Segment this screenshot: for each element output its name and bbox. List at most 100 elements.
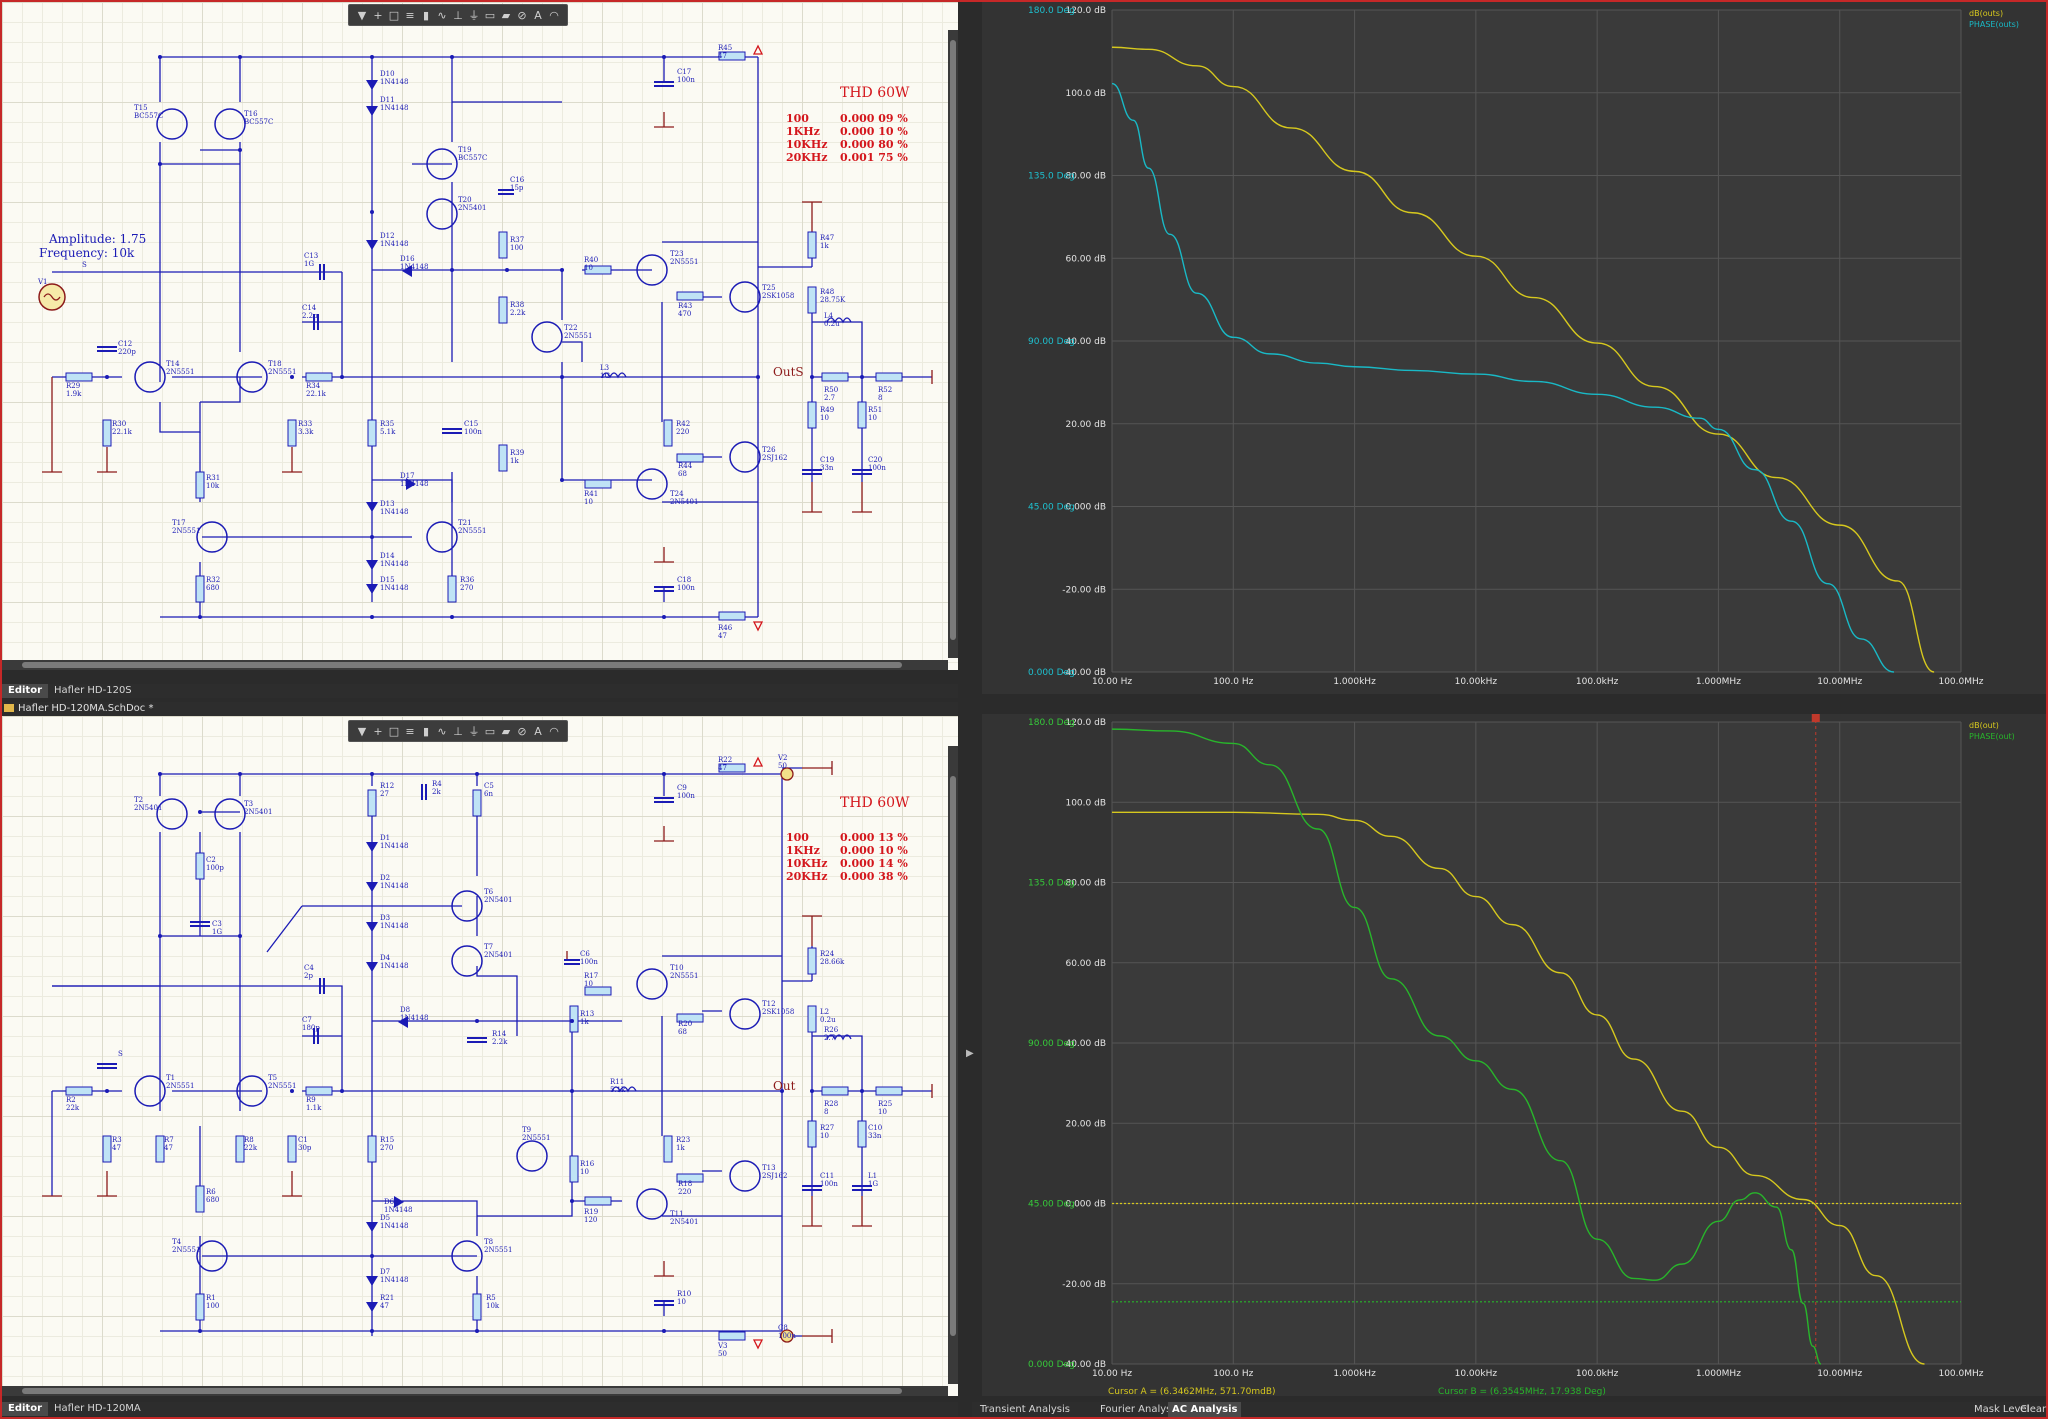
arc-icon[interactable]: ◠: [547, 724, 561, 738]
schematic-editor-top[interactable]: T15 BC557C T16 BC557C T19 BC557C T20 2N5401 T14 2…: [2, 2, 958, 670]
component-value: 1G: [868, 1180, 878, 1188]
resistor-R11: [367, 1135, 377, 1163]
diode-D2: [366, 882, 378, 892]
diode-D5: [366, 1222, 378, 1232]
tab-editor[interactable]: Editor: [2, 684, 48, 698]
resistor-R41: [584, 479, 612, 489]
tab-document[interactable]: Hafler HD-120MA: [48, 1402, 147, 1416]
power-icon[interactable]: ⊥: [451, 8, 465, 22]
component-value: 100n: [677, 584, 695, 592]
tab-ac-analysis[interactable]: AC Analysis: [1168, 1402, 1242, 1417]
component-value: 10: [584, 980, 593, 988]
arc-icon[interactable]: ◠: [547, 8, 561, 22]
component-value: 1N4148: [380, 882, 408, 890]
component-ref: C9: [677, 784, 687, 792]
tab-editor[interactable]: Editor: [2, 1402, 48, 1416]
resistor-R7: [235, 1135, 245, 1163]
resistor-R2: [102, 1135, 112, 1163]
resistor-R30: [102, 419, 112, 447]
ground-icon[interactable]: ⏚: [467, 724, 481, 738]
component-ref: R24: [820, 950, 835, 958]
plot-splitter[interactable]: [982, 694, 2046, 714]
expand-arrow-icon[interactable]: ▶: [966, 1048, 974, 1059]
resistor-R22: [718, 1331, 746, 1341]
power-icon[interactable]: ⊥: [451, 724, 465, 738]
component-value: 1.9k: [66, 390, 82, 398]
component-value: 1N4148: [380, 962, 408, 970]
component-ref: L1: [868, 1172, 877, 1180]
wire-icon[interactable]: ∿: [435, 724, 449, 738]
ac-plot-top[interactable]: 120.0 dB 100.0 dB 80.00 dB 60.00 dB 40.00 dB…: [982, 2, 2046, 694]
component-ref: T18: [268, 360, 282, 368]
transistor-T7: [451, 945, 483, 977]
filter-icon[interactable]: ▼: [355, 8, 369, 22]
y2-tick-label: 135.0 Deg: [1028, 172, 1075, 182]
component-value: 220p: [118, 348, 136, 356]
netlabel-icon[interactable]: ▰: [499, 8, 513, 22]
component-value: 2N5401: [670, 1218, 698, 1226]
component-ref: C4: [304, 964, 314, 972]
schematic-drawing-top[interactable]: T15BC557C T16BC557CT19BC557CT202N5401T142…: [2, 2, 958, 670]
port-icon[interactable]: ▭: [483, 724, 497, 738]
thd-title: THD 60W: [840, 795, 910, 811]
directive-icon[interactable]: ⊘: [515, 724, 529, 738]
resistor-R35: [367, 419, 377, 447]
ac-plot-bottom[interactable]: 120.0 dB 100.0 dB 80.00 dB 60.00 dB 40.00 dB…: [982, 714, 2046, 1397]
component-value: 100n: [820, 1180, 838, 1188]
document-tab[interactable]: Hafler HD-120MA.SchDoc *: [2, 702, 958, 716]
select-icon[interactable]: □: [387, 724, 401, 738]
component-value: 10k: [206, 482, 220, 490]
tab-document[interactable]: Hafler HD-120S: [48, 684, 138, 698]
schematic-toolbar-bottom[interactable]: ▼ + □ ≡ ▮ ∿ ⊥ ⏚ ▭ ▰ ⊘ A ◠: [348, 720, 568, 742]
horizontal-scrollbar-top[interactable]: [2, 660, 948, 670]
component-ref: T5: [268, 1074, 277, 1082]
resistor-R12: [472, 789, 482, 817]
tab-transient-analysis[interactable]: Transient Analysis: [976, 1402, 1074, 1417]
cursor-handle[interactable]: [1811, 714, 1820, 722]
component-ref: T22: [564, 324, 578, 332]
component-ref: R13: [580, 1010, 594, 1018]
netlabel-icon[interactable]: ▰: [499, 724, 513, 738]
schematic-editor-bottom[interactable]: T2 2N5401 T3 2N5401 T6 2N5401 T7 2N5401 T1 2N5551…: [2, 716, 958, 1396]
part-icon[interactable]: ▮: [419, 8, 433, 22]
resistor-R29: [65, 372, 93, 382]
component-ref: D8: [400, 1006, 410, 1014]
component-ref: R26: [824, 1026, 839, 1034]
text-icon[interactable]: A: [531, 724, 545, 738]
directive-icon[interactable]: ⊘: [515, 8, 529, 22]
align-icon[interactable]: ≡: [403, 8, 417, 22]
vertical-scrollbar-top[interactable]: [948, 30, 958, 658]
component-value: 100: [510, 244, 523, 252]
component-value: 220: [676, 428, 689, 436]
resistor-R50: [821, 372, 849, 382]
resistor-R34: [305, 372, 333, 382]
part-icon[interactable]: ▮: [419, 724, 433, 738]
component-value: 2.2p: [302, 312, 318, 320]
folder-icon: [4, 704, 14, 712]
move-icon[interactable]: +: [371, 8, 385, 22]
bode-plot-bottom[interactable]: 120.0 dB100.0 dB80.00 dB60.00 dB40.00 dB…: [982, 714, 2046, 1396]
component-value: 1N4148: [380, 1276, 408, 1284]
ground-icon[interactable]: ⏚: [467, 8, 481, 22]
schematic-toolbar-top[interactable]: ▼ + □ ≡ ▮ ∿ ⊥ ⏚ ▭ ▰ ⊘ A ◠: [348, 4, 568, 26]
component-ref: C13: [304, 252, 318, 260]
port-icon[interactable]: ▭: [483, 8, 497, 22]
bode-plot-top[interactable]: 120.0 dB100.0 dB80.00 dB60.00 dB40.00 dB…: [982, 2, 2046, 694]
align-icon[interactable]: ≡: [403, 724, 417, 738]
resistor-R16: [584, 986, 612, 996]
component-ref: C8: [778, 1324, 788, 1332]
clear-button[interactable]: Clear: [2016, 1402, 2048, 1417]
component-ref: T14: [166, 360, 180, 368]
select-icon[interactable]: □: [387, 8, 401, 22]
schematic-drawing-bottom[interactable]: T22N5401 T32N5401T62N5401T72N5401T12N5551…: [2, 716, 958, 1396]
move-icon[interactable]: +: [371, 724, 385, 738]
filter-icon[interactable]: ▼: [355, 724, 369, 738]
vertical-splitter[interactable]: ▶: [958, 2, 982, 1396]
horizontal-scrollbar-bottom[interactable]: [2, 1386, 948, 1396]
component-ref: R40: [584, 256, 598, 264]
y2-tick-label: 180.0 Deg: [1028, 6, 1075, 16]
vertical-scrollbar-bottom[interactable]: [948, 746, 958, 1384]
wire-icon[interactable]: ∿: [435, 8, 449, 22]
component-value: 1.1k: [306, 1104, 322, 1112]
text-icon[interactable]: A: [531, 8, 545, 22]
